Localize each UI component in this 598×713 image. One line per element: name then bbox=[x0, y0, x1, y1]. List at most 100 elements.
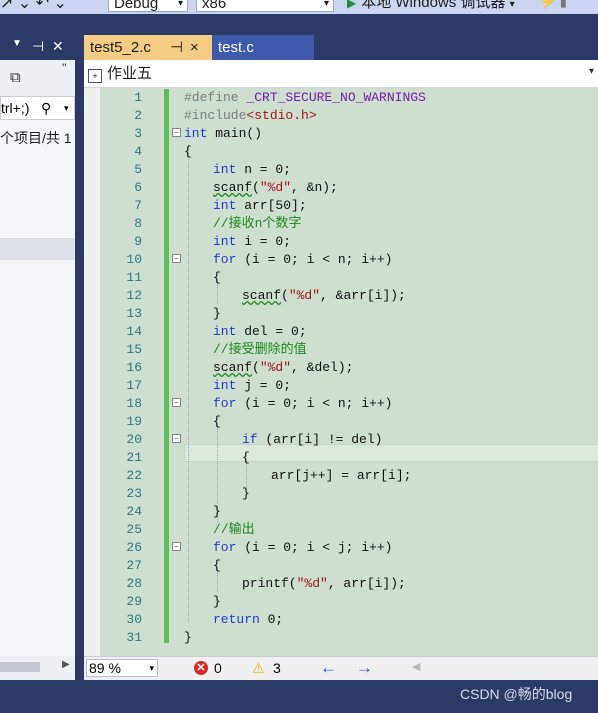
token: scanf bbox=[213, 180, 253, 195]
chevron-down-icon: ▾ bbox=[149, 663, 154, 673]
token: int bbox=[213, 378, 237, 393]
code-comment: //输出 bbox=[213, 522, 255, 537]
editor-status-bar: 89 % ▾ ✕ 0 ⚠ 3 ← → ◀ bbox=[84, 656, 598, 680]
code-comment: //接受删除的值 bbox=[213, 342, 307, 357]
chevron-down-icon[interactable]: ▾ bbox=[64, 97, 69, 119]
code-line: { bbox=[242, 450, 250, 465]
token: "%d" bbox=[259, 360, 292, 375]
token: scanf bbox=[213, 360, 253, 375]
fold-toggle[interactable]: − bbox=[172, 434, 181, 443]
line-number: 3 bbox=[134, 126, 142, 141]
run-debugger-button[interactable]: ▶ 本地 Windows 调试器 ▾ bbox=[347, 0, 515, 14]
selected-row[interactable] bbox=[0, 238, 75, 260]
code-line: scanf("%d", &del); bbox=[213, 359, 353, 377]
line-number: 23 bbox=[126, 486, 142, 501]
token: , &n); bbox=[291, 180, 338, 195]
code-line: int main() bbox=[184, 125, 262, 143]
navigation-bar[interactable]: + 作业五 ▾ bbox=[84, 60, 598, 88]
close-icon[interactable]: × bbox=[190, 35, 199, 60]
code-line: return 0; bbox=[213, 611, 283, 629]
line-number: 20 bbox=[126, 432, 142, 447]
overflow-icon[interactable]: '' bbox=[62, 61, 67, 75]
zoom-dropdown[interactable]: 89 % ▾ bbox=[86, 659, 158, 677]
line-number: 2 bbox=[134, 108, 142, 123]
line-number: 29 bbox=[126, 594, 142, 609]
tab-label: test.c bbox=[218, 39, 254, 56]
scroll-left-icon[interactable]: ◀ bbox=[412, 660, 420, 673]
line-number: 24 bbox=[126, 504, 142, 519]
line-number: 28 bbox=[126, 576, 142, 591]
code-line: int n = 0; bbox=[213, 161, 291, 179]
code-editor[interactable]: − − − − − 1 2 3 4 5 6 7 8 9 10 11 12 13 … bbox=[84, 88, 598, 656]
chevron-down-icon[interactable]: ▼ bbox=[12, 38, 22, 49]
token: , &arr[i]); bbox=[320, 288, 406, 303]
line-number: 13 bbox=[126, 306, 142, 321]
token: ( bbox=[252, 180, 260, 195]
fold-toggle[interactable]: − bbox=[172, 542, 181, 551]
chevron-down-icon: ▾ bbox=[177, 0, 183, 9]
copy-icon[interactable]: ⧉ bbox=[10, 69, 21, 86]
line-number: 18 bbox=[126, 396, 142, 411]
project-scope-dropdown[interactable]: + 作业五 bbox=[88, 63, 152, 85]
navigate-forward-icon[interactable]: → bbox=[356, 658, 373, 678]
code-line: { bbox=[184, 144, 192, 159]
chevron-down-icon[interactable]: ▾ bbox=[589, 66, 594, 77]
tab-test5-2-c[interactable]: test5_2.c ⊣ × bbox=[84, 35, 212, 60]
code-line: } bbox=[213, 306, 221, 321]
line-number: 30 bbox=[126, 612, 142, 627]
token: int bbox=[213, 324, 237, 339]
code-line: int arr[50]; bbox=[213, 197, 307, 215]
token: return bbox=[213, 612, 260, 627]
horizontal-scrollbar[interactable]: ▶ bbox=[0, 656, 75, 680]
solution-node[interactable]: 个项目/共 1 bbox=[0, 128, 75, 148]
explorer-search-input[interactable]: trl+;) ⚲ ▾ bbox=[0, 96, 75, 120]
error-icon[interactable]: ✕ bbox=[194, 661, 208, 675]
run-label: 本地 Windows 调试器 bbox=[361, 0, 506, 11]
token: j = 0; bbox=[236, 378, 292, 393]
code-line: { bbox=[213, 270, 221, 285]
line-number: 10 bbox=[126, 252, 142, 267]
code-line: int j = 0; bbox=[213, 377, 291, 395]
line-number: 9 bbox=[134, 234, 142, 249]
search-hint: trl+;) bbox=[1, 100, 30, 116]
line-number: 14 bbox=[126, 324, 142, 339]
watermark: CSDN @畅的blog bbox=[460, 686, 573, 702]
token: , &del); bbox=[291, 360, 354, 375]
line-number: 31 bbox=[126, 630, 142, 645]
play-icon: ▶ bbox=[347, 0, 357, 10]
platform-dropdown[interactable]: x86 ▾ bbox=[196, 0, 334, 12]
token: #define bbox=[184, 90, 247, 105]
token: int bbox=[213, 198, 237, 213]
code-line: int del = 0; bbox=[213, 323, 307, 341]
token: del = 0; bbox=[236, 324, 307, 339]
tab-test-c[interactable]: test.c bbox=[212, 35, 314, 60]
line-number: 25 bbox=[126, 522, 142, 537]
scroll-right-icon[interactable]: ▶ bbox=[62, 659, 70, 670]
undo-redo-icons[interactable]: ↗ ⌄ ↶ ⌄ bbox=[0, 0, 67, 13]
platform-value: x86 bbox=[202, 0, 227, 12]
error-count[interactable]: 0 bbox=[214, 660, 222, 676]
fold-toggle[interactable]: − bbox=[172, 128, 181, 137]
token: "%d" bbox=[296, 576, 328, 591]
pin-icon[interactable]: ⊣ bbox=[170, 35, 183, 60]
search-icon: ⚲ bbox=[41, 100, 52, 116]
close-icon[interactable]: ✕ bbox=[52, 38, 64, 55]
line-number: 22 bbox=[126, 468, 142, 483]
config-dropdown[interactable]: Debug ▾ bbox=[108, 0, 188, 12]
line-number: 11 bbox=[126, 270, 142, 285]
code-line: if (arr[i] != del) bbox=[242, 431, 382, 449]
warning-icon[interactable]: ⚠ bbox=[252, 660, 265, 677]
line-number: 21 bbox=[126, 450, 142, 465]
token: int bbox=[184, 126, 208, 141]
code-line: int i = 0; bbox=[213, 233, 291, 251]
navigate-back-icon[interactable]: ← bbox=[320, 658, 337, 678]
fold-toggle[interactable]: − bbox=[172, 398, 181, 407]
warning-count[interactable]: 3 bbox=[273, 660, 281, 676]
attach-icon[interactable]: ⚡ ▮ bbox=[540, 0, 567, 10]
pin-icon[interactable]: ⊣ bbox=[32, 38, 44, 55]
token: (i = 0; i < n; i++) bbox=[236, 252, 393, 267]
code-line: #include<stdio.h> bbox=[184, 107, 317, 125]
line-number: 4 bbox=[134, 144, 142, 159]
scrollbar-thumb[interactable] bbox=[0, 662, 40, 672]
fold-toggle[interactable]: − bbox=[172, 254, 181, 263]
